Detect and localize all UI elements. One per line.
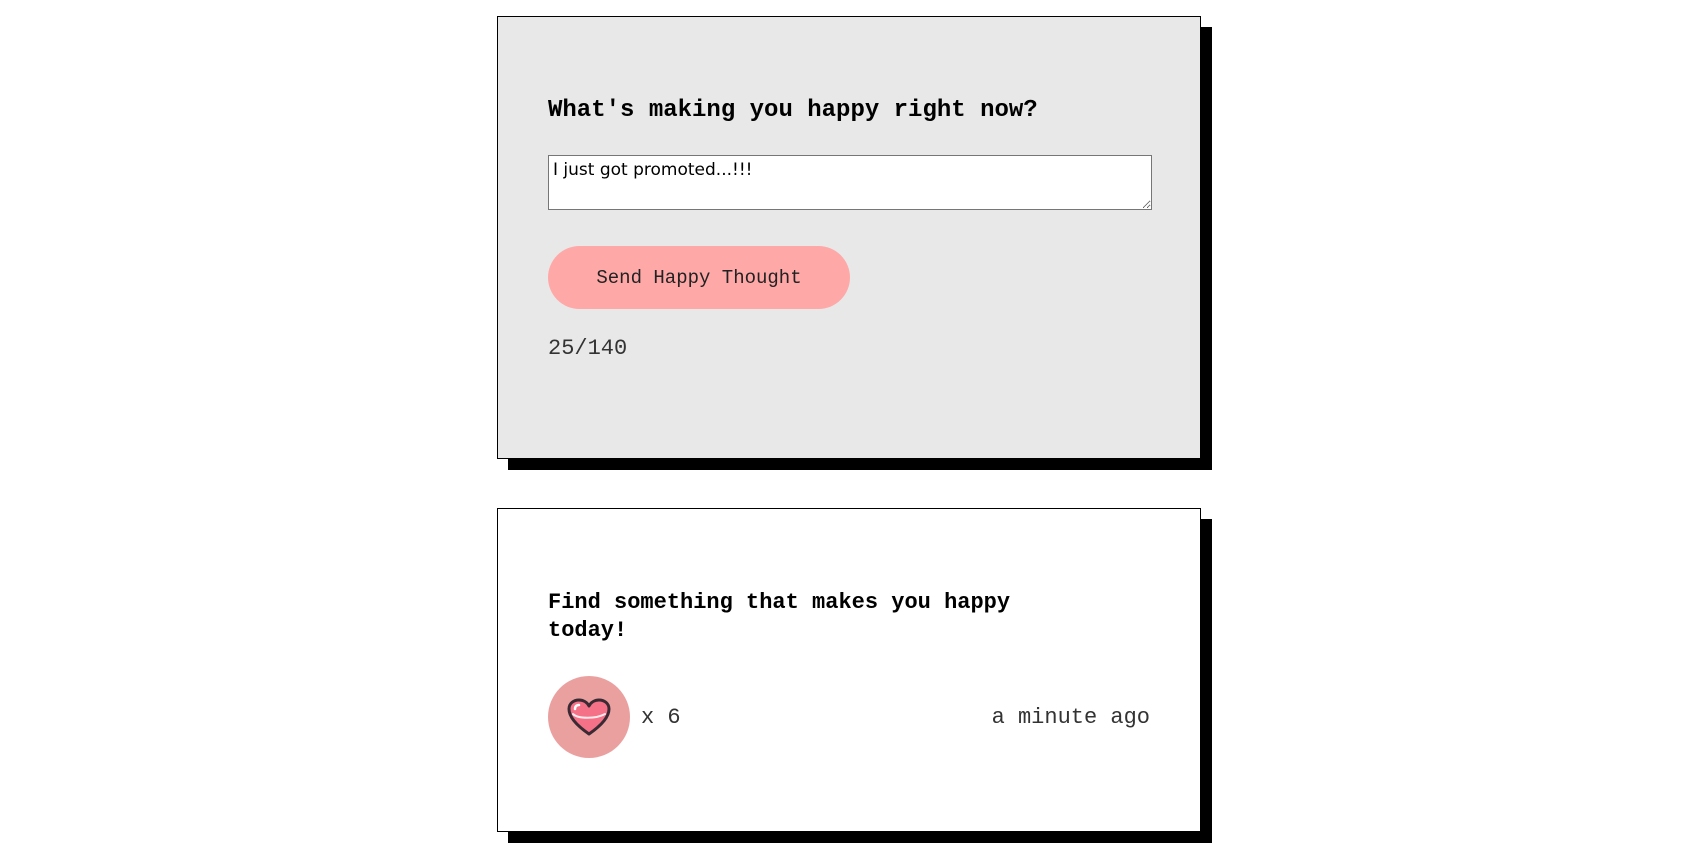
thought-timestamp: a minute ago xyxy=(991,705,1150,730)
thought-textarea[interactable] xyxy=(548,155,1152,210)
thought-card: Find something that makes you happy toda… xyxy=(497,508,1201,832)
like-button[interactable] xyxy=(548,676,630,758)
form-heading: What's making you happy right now? xyxy=(548,97,1038,124)
heart-icon xyxy=(567,698,611,736)
character-counter: 25/140 xyxy=(548,336,628,361)
like-count: x 6 xyxy=(641,705,681,730)
send-happy-thought-button[interactable]: Send Happy Thought xyxy=(548,246,850,309)
thought-message: Find something that makes you happy toda… xyxy=(548,590,1011,643)
happy-thought-form: What's making you happy right now? Send … xyxy=(497,16,1201,459)
